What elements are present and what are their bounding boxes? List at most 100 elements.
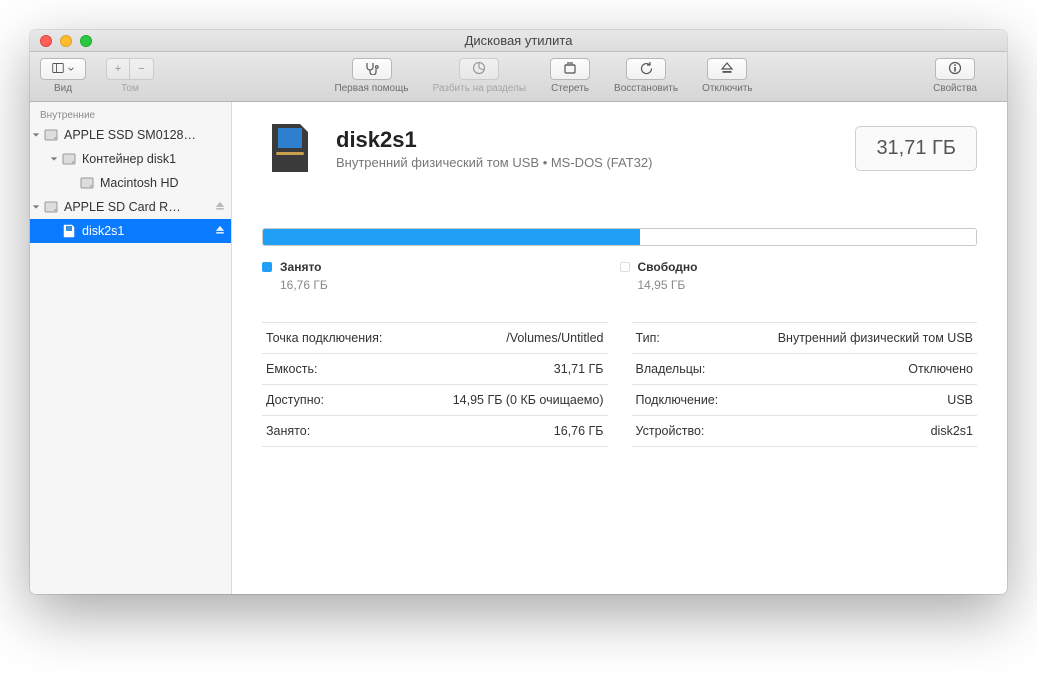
chevron-down-icon: [68, 63, 74, 75]
info-value: 31,71 ГБ: [554, 362, 604, 376]
sidebar-item-label: APPLE SD Card R…: [64, 200, 215, 214]
disclosure-triangle-icon[interactable]: [30, 131, 42, 139]
eject-icon: [721, 62, 733, 77]
volume-remove-button[interactable]: −: [130, 58, 154, 80]
sidebar-item-label: Macintosh HD: [100, 176, 225, 190]
usage-bar-used: [263, 229, 640, 245]
erase-icon: [563, 61, 577, 78]
legend-used-col: Занято 16,76 ГБ: [262, 260, 620, 292]
firstaid-item: Первая помощь: [334, 58, 408, 94]
sidebar-item-disk2s1[interactable]: disk2s1: [30, 219, 231, 243]
hard-disk-icon: [60, 151, 78, 167]
info-value: 14,95 ГБ (0 КБ очищаемо): [453, 393, 604, 407]
minus-icon: −: [138, 63, 144, 75]
info-value: Внутренний физический том USB: [778, 331, 973, 345]
restore-button[interactable]: [626, 58, 666, 80]
legend-free-col: Свободно 14,95 ГБ: [620, 260, 978, 292]
usage-legend: Занято 16,76 ГБ Свободно 14,95 ГБ: [262, 260, 977, 292]
header-row: disk2s1 Внутренний физический том USB • …: [262, 120, 977, 176]
free-value: 14,95 ГБ: [638, 278, 978, 292]
info-key: Устройство:: [636, 424, 705, 438]
sidebar-item-apple-ssd[interactable]: APPLE SSD SM0128…: [30, 123, 231, 147]
firstaid-label: Первая помощь: [334, 83, 408, 94]
titlebar: Дисковая утилита: [30, 30, 1007, 52]
table-row: Занято:16,76 ГБ: [262, 415, 608, 447]
sd-card-icon: [60, 223, 78, 239]
info-icon: [948, 61, 962, 78]
info-key: Точка подключения:: [266, 331, 382, 345]
eject-button[interactable]: [215, 224, 225, 238]
table-row: Емкость:31,71 ГБ: [262, 353, 608, 384]
eject-button[interactable]: [215, 200, 225, 214]
capacity-badge: 31,71 ГБ: [855, 126, 977, 171]
firstaid-button[interactable]: [352, 58, 392, 80]
volume-title: disk2s1: [336, 127, 837, 153]
info-tables: Точка подключения: /Volumes/Untitled Емко…: [262, 322, 977, 447]
stethoscope-icon: [364, 61, 380, 78]
info-label: Свойства: [933, 83, 977, 94]
unmount-button[interactable]: [707, 58, 747, 80]
info-value: /Volumes/Untitled: [506, 331, 603, 345]
main-panel: disk2s1 Внутренний физический том USB • …: [232, 102, 1007, 594]
restore-item: Восстановить: [614, 58, 678, 94]
free-color-swatch: [620, 262, 630, 272]
info-key: Занято:: [266, 424, 310, 438]
toolbar-center: Первая помощь Разбить на разделы Стереть…: [174, 58, 913, 94]
plus-icon: +: [115, 63, 121, 75]
unmount-label: Отключить: [702, 83, 753, 94]
table-row: Устройство: disk2s1: [632, 415, 978, 447]
volume-label: Том: [121, 83, 139, 94]
view-label: Вид: [54, 83, 72, 94]
used-value: 16,76 ГБ: [280, 278, 620, 292]
info-value: Отключено: [908, 362, 973, 376]
volume-subtitle: Внутренний физический том USB • MS-DOS (…: [336, 155, 837, 170]
sidebar-item-macintosh-hd[interactable]: Macintosh HD: [30, 171, 231, 195]
info-key: Подключение:: [636, 393, 719, 407]
unmount-item: Отключить: [702, 58, 753, 94]
sidebar-header: Внутренние: [30, 106, 231, 123]
hard-disk-icon: [78, 175, 96, 191]
sidebar-item-container[interactable]: Контейнер disk1: [30, 147, 231, 171]
erase-button[interactable]: [550, 58, 590, 80]
info-key: Тип:: [636, 331, 660, 345]
toolbar: Вид + − Том Первая помощь Разбить на раз…: [30, 52, 1007, 102]
volume-add-button[interactable]: +: [106, 58, 130, 80]
body: Внутренние APPLE SSD SM0128… Контейнер d…: [30, 102, 1007, 594]
usage-section: Занято 16,76 ГБ Свободно 14,95 ГБ: [262, 228, 977, 292]
table-row: Доступно: 14,95 ГБ (0 КБ очищаемо): [262, 384, 608, 415]
view-button[interactable]: [40, 58, 86, 80]
usage-bar: [262, 228, 977, 246]
hard-disk-icon: [42, 127, 60, 143]
sidebar-layout-icon: [52, 62, 64, 77]
info-key: Владельцы:: [636, 362, 706, 376]
sidebar-item-label: disk2s1: [82, 224, 215, 238]
sidebar-item-sd-card-reader[interactable]: APPLE SD Card R…: [30, 195, 231, 219]
info-button[interactable]: [935, 58, 975, 80]
erase-label: Стереть: [551, 83, 589, 94]
partition-button[interactable]: [459, 58, 499, 80]
info-value: disk2s1: [931, 424, 973, 438]
table-row: Точка подключения: /Volumes/Untitled: [262, 322, 608, 353]
erase-item: Стереть: [550, 58, 590, 94]
window: Дисковая утилита Вид + − Том: [30, 30, 1007, 594]
disclosure-triangle-icon[interactable]: [30, 203, 42, 211]
disclosure-triangle-icon[interactable]: [48, 155, 60, 163]
free-label: Свободно: [638, 260, 698, 274]
partition-item: Разбить на разделы: [433, 58, 526, 94]
info-key: Доступно:: [266, 393, 324, 407]
sidebar: Внутренние APPLE SSD SM0128… Контейнер d…: [30, 102, 232, 594]
info-table-left: Точка подключения: /Volumes/Untitled Емко…: [262, 322, 608, 447]
info-group: Свойства: [933, 58, 977, 94]
restore-arrow-icon: [639, 61, 653, 78]
hard-disk-icon: [42, 199, 60, 215]
partition-label: Разбить на разделы: [433, 83, 526, 94]
table-row: Тип: Внутренний физический том USB: [632, 322, 978, 353]
volume-group: + − Том: [106, 58, 154, 94]
used-color-swatch: [262, 262, 272, 272]
usage-bar-free: [640, 229, 976, 245]
used-label: Занято: [280, 260, 322, 274]
window-title: Дисковая утилита: [30, 33, 1007, 48]
header-text: disk2s1 Внутренний физический том USB • …: [336, 127, 837, 170]
info-value: USB: [947, 393, 973, 407]
restore-label: Восстановить: [614, 83, 678, 94]
